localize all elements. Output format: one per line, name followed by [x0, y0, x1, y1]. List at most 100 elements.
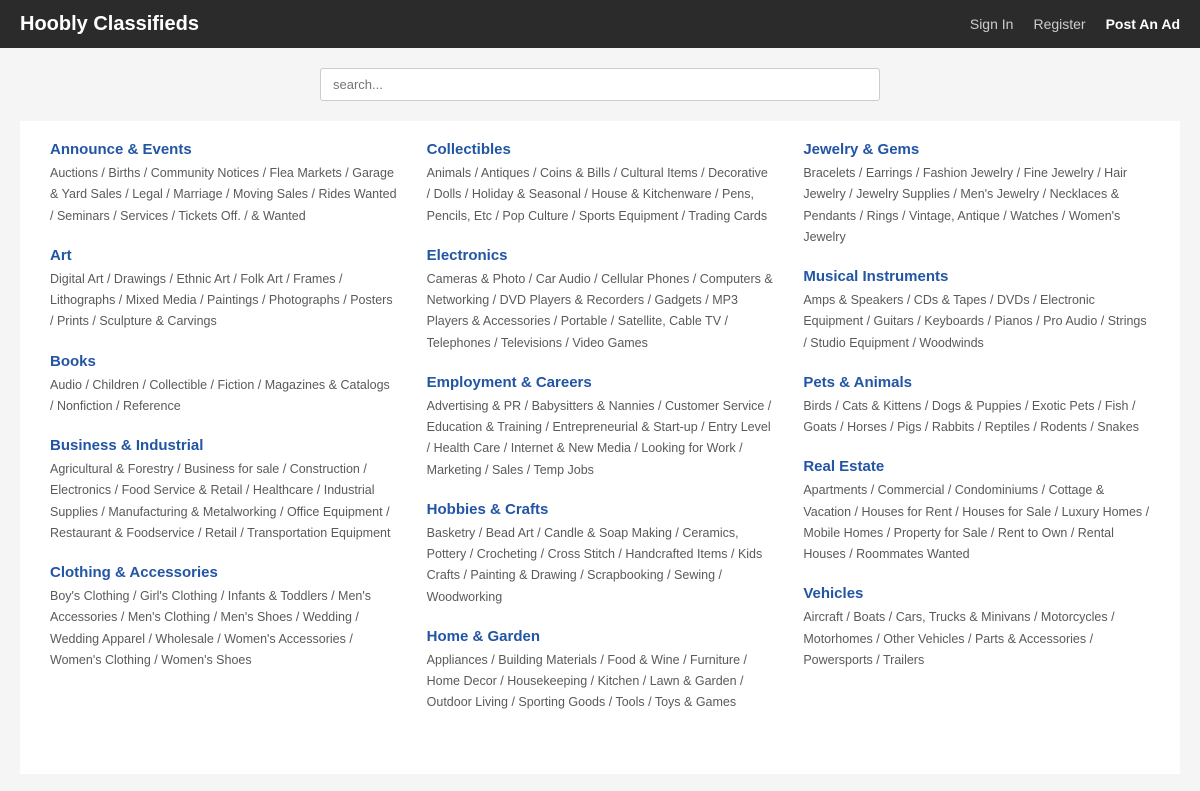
- category-link[interactable]: Satellite, Cable TV: [618, 314, 721, 328]
- category-link[interactable]: Commercial: [878, 483, 945, 497]
- category-link[interactable]: Pop Culture: [502, 209, 568, 223]
- category-link[interactable]: Pro Audio: [1043, 314, 1097, 328]
- register-link[interactable]: Register: [1033, 16, 1085, 32]
- category-title[interactable]: Announce & Events: [50, 141, 397, 158]
- category-link[interactable]: House & Kitchenware: [591, 187, 711, 201]
- category-link[interactable]: Cross Stitch: [548, 547, 615, 561]
- category-link[interactable]: Toys & Games: [655, 695, 736, 709]
- category-link[interactable]: Sales: [492, 463, 523, 477]
- category-link[interactable]: Motorhomes: [803, 632, 872, 646]
- category-link[interactable]: Video Games: [572, 336, 648, 350]
- category-link[interactable]: Rings: [867, 209, 899, 223]
- category-link[interactable]: Nonfiction: [57, 399, 113, 413]
- category-link[interactable]: Posters: [350, 293, 392, 307]
- category-link[interactable]: Paintings: [207, 293, 258, 307]
- category-link[interactable]: Snakes: [1097, 420, 1139, 434]
- category-link[interactable]: CDs & Tapes: [914, 293, 987, 307]
- category-link[interactable]: Cameras & Photo: [427, 272, 526, 286]
- category-link[interactable]: Wholesale: [155, 632, 213, 646]
- category-link[interactable]: Pigs: [897, 420, 921, 434]
- category-link[interactable]: Folk Art: [240, 272, 282, 286]
- category-link[interactable]: Roommates Wanted: [856, 547, 969, 561]
- category-link[interactable]: Home Decor: [427, 674, 497, 688]
- category-link[interactable]: Woodwinds: [919, 336, 983, 350]
- category-link[interactable]: Telephones: [427, 336, 491, 350]
- category-link[interactable]: Internet & New Media: [511, 441, 631, 455]
- category-link[interactable]: Entrepreneurial & Start-up: [552, 420, 697, 434]
- category-link[interactable]: Building Materials: [498, 653, 597, 667]
- category-link[interactable]: Antiques: [481, 166, 530, 180]
- category-link[interactable]: Basketry: [427, 526, 476, 540]
- category-link[interactable]: Audio: [50, 378, 82, 392]
- category-link[interactable]: Amps & Speakers: [803, 293, 903, 307]
- category-link[interactable]: Agricultural & Forestry: [50, 462, 174, 476]
- category-title[interactable]: Musical Instruments: [803, 268, 1150, 285]
- category-link[interactable]: Goats: [803, 420, 836, 434]
- category-link[interactable]: Community Notices: [151, 166, 259, 180]
- category-link[interactable]: Women's Shoes: [161, 653, 251, 667]
- category-link[interactable]: Transportation Equipment: [247, 526, 390, 540]
- category-link[interactable]: & Wanted: [251, 209, 305, 223]
- category-link[interactable]: Bead Art: [486, 526, 534, 540]
- category-link[interactable]: Reference: [123, 399, 181, 413]
- category-title[interactable]: Hobbies & Crafts: [427, 501, 774, 518]
- category-link[interactable]: Food & Wine: [607, 653, 679, 667]
- category-link[interactable]: Construction: [290, 462, 360, 476]
- category-link[interactable]: Houses for Sale: [962, 505, 1051, 519]
- category-link[interactable]: Food Service & Retail: [122, 483, 243, 497]
- category-link[interactable]: Entry Level: [708, 420, 771, 434]
- category-link[interactable]: Fish: [1105, 399, 1129, 413]
- category-link[interactable]: Birds: [803, 399, 831, 413]
- sign-in-link[interactable]: Sign In: [970, 16, 1014, 32]
- category-link[interactable]: Motorcycles: [1041, 610, 1108, 624]
- category-link[interactable]: Rent to Own: [998, 526, 1067, 540]
- category-link[interactable]: Sports Equipment: [579, 209, 678, 223]
- category-link[interactable]: Strings: [1108, 314, 1147, 328]
- category-link[interactable]: Wedding Apparel: [50, 632, 145, 646]
- category-link[interactable]: Dogs & Puppies: [932, 399, 1022, 413]
- category-link[interactable]: Digital Art: [50, 272, 104, 286]
- category-link[interactable]: Reptiles: [985, 420, 1030, 434]
- category-link[interactable]: Luxury Homes: [1062, 505, 1143, 519]
- post-ad-link[interactable]: Post An Ad: [1106, 16, 1180, 32]
- category-link[interactable]: Horses: [847, 420, 887, 434]
- category-link[interactable]: Aircraft: [803, 610, 843, 624]
- category-link[interactable]: Crocheting: [477, 547, 537, 561]
- category-link[interactable]: Children: [92, 378, 139, 392]
- category-link[interactable]: Watches: [1010, 209, 1058, 223]
- category-link[interactable]: Infants & Toddlers: [228, 589, 328, 603]
- category-title[interactable]: Real Estate: [803, 458, 1150, 475]
- category-link[interactable]: Collectible: [149, 378, 207, 392]
- category-link[interactable]: Apartments: [803, 483, 867, 497]
- category-link[interactable]: Men's Jewelry: [960, 187, 1039, 201]
- category-link[interactable]: Services: [120, 209, 168, 223]
- category-link[interactable]: DVDs: [997, 293, 1030, 307]
- category-link[interactable]: Keyboards: [924, 314, 984, 328]
- category-link[interactable]: Boy's Clothing: [50, 589, 130, 603]
- category-link[interactable]: Flea Markets: [270, 166, 342, 180]
- category-title[interactable]: Collectibles: [427, 141, 774, 158]
- category-link[interactable]: Furniture: [690, 653, 740, 667]
- category-link[interactable]: Births: [108, 166, 140, 180]
- category-link[interactable]: Property for Sale: [894, 526, 988, 540]
- category-link[interactable]: Sporting Goods: [518, 695, 605, 709]
- category-link[interactable]: Portable: [561, 314, 608, 328]
- category-link[interactable]: Parts & Accessories: [975, 632, 1086, 646]
- category-link[interactable]: Temp Jobs: [533, 463, 593, 477]
- category-title[interactable]: Pets & Animals: [803, 374, 1150, 391]
- category-title[interactable]: Jewelry & Gems: [803, 141, 1150, 158]
- category-link[interactable]: Gadgets: [655, 293, 702, 307]
- category-link[interactable]: Televisions: [501, 336, 562, 350]
- category-link[interactable]: Mixed Media: [126, 293, 197, 307]
- category-link[interactable]: Lithographs: [50, 293, 115, 307]
- category-link[interactable]: Exotic Pets: [1032, 399, 1095, 413]
- category-link[interactable]: Scrapbooking: [587, 568, 663, 582]
- category-link[interactable]: Frames: [293, 272, 335, 286]
- category-link[interactable]: Trading Cards: [688, 209, 767, 223]
- category-link[interactable]: Holiday & Seasonal: [472, 187, 581, 201]
- category-link[interactable]: Condominiums: [955, 483, 1038, 497]
- category-link[interactable]: Men's Shoes: [221, 610, 293, 624]
- category-link[interactable]: Healthcare: [253, 483, 313, 497]
- category-link[interactable]: Restaurant & Foodservice: [50, 526, 195, 540]
- category-link[interactable]: Candle & Soap Making: [544, 526, 672, 540]
